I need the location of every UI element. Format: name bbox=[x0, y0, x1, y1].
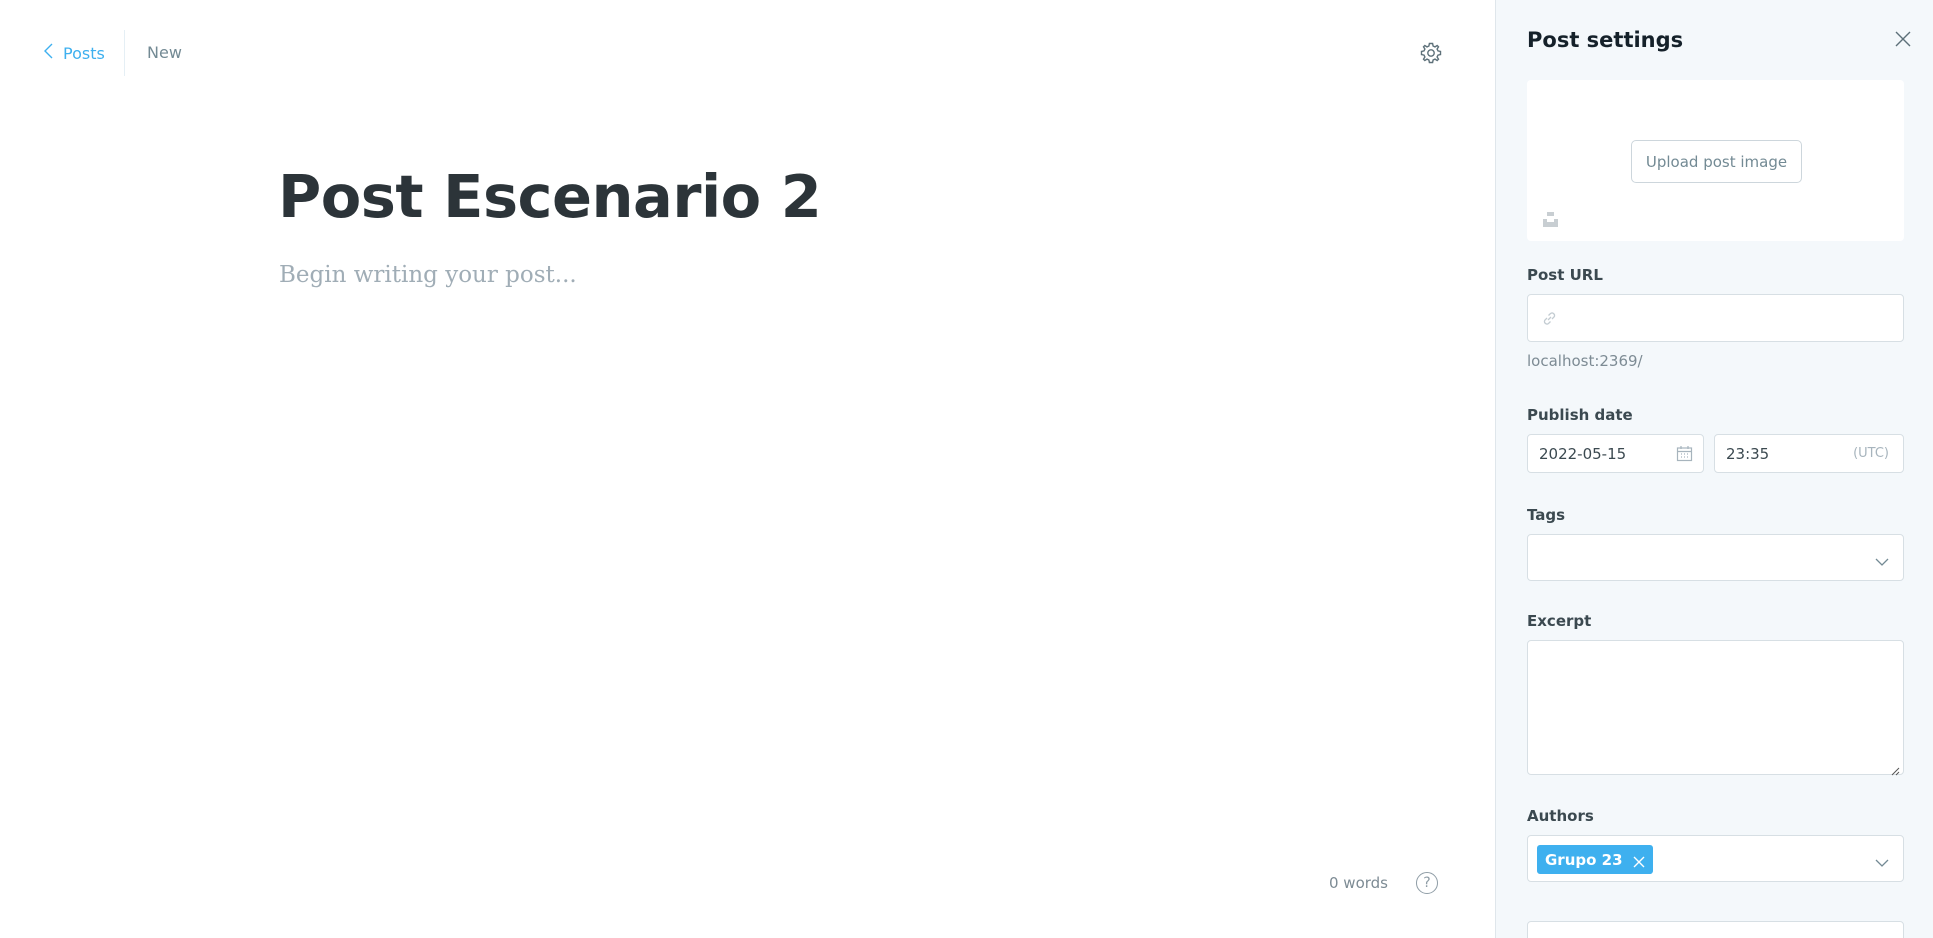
calendar-icon[interactable] bbox=[1676, 445, 1693, 462]
back-link-label: Posts bbox=[63, 43, 105, 63]
word-count: 0 words bbox=[1329, 874, 1388, 892]
post-url-label: Post URL bbox=[1527, 266, 1603, 284]
excerpt-label: Excerpt bbox=[1527, 612, 1592, 630]
chevron-down-icon bbox=[1875, 853, 1889, 867]
back-to-posts-link[interactable]: Posts bbox=[43, 42, 105, 64]
post-url-field[interactable] bbox=[1527, 294, 1904, 342]
publish-date-label: Publish date bbox=[1527, 406, 1633, 424]
editor-header: Posts New bbox=[0, 0, 1495, 108]
link-icon bbox=[1541, 310, 1558, 327]
editor-area: Posts New Post Escenario 2 Begin writing… bbox=[0, 0, 1495, 938]
unsplash-icon[interactable] bbox=[1542, 211, 1559, 228]
next-settings-field[interactable] bbox=[1527, 921, 1904, 938]
chevron-left-icon bbox=[43, 42, 55, 64]
authors-label: Authors bbox=[1527, 807, 1594, 825]
post-title[interactable]: Post Escenario 2 bbox=[278, 162, 822, 231]
excerpt-field[interactable] bbox=[1527, 640, 1904, 776]
chevron-down-icon bbox=[1875, 552, 1889, 566]
upload-post-image-button[interactable]: Upload post image bbox=[1631, 140, 1802, 183]
author-name: Grupo 23 bbox=[1545, 850, 1623, 869]
post-status: New bbox=[147, 43, 182, 62]
panel-title: Post settings bbox=[1527, 28, 1684, 52]
post-image-box: Upload post image bbox=[1527, 80, 1904, 241]
post-body-editor[interactable]: Begin writing your post... bbox=[279, 262, 577, 288]
post-settings-panel: Post settings Upload post image Post URL… bbox=[1495, 0, 1933, 938]
gear-icon[interactable] bbox=[1419, 41, 1443, 65]
resize-grip-icon[interactable] bbox=[1890, 761, 1900, 776]
breadcrumb-divider bbox=[124, 30, 125, 76]
publish-date-field[interactable] bbox=[1527, 434, 1704, 473]
authors-select[interactable]: Grupo 23 bbox=[1527, 835, 1904, 882]
help-icon[interactable]: ? bbox=[1416, 872, 1438, 894]
tags-label: Tags bbox=[1527, 506, 1566, 524]
close-icon[interactable] bbox=[1633, 854, 1645, 867]
tags-select[interactable] bbox=[1527, 534, 1904, 581]
publish-time-field[interactable]: (UTC) bbox=[1714, 434, 1904, 473]
author-token: Grupo 23 bbox=[1537, 845, 1653, 874]
excerpt-textarea[interactable] bbox=[1528, 641, 1903, 774]
post-url-preview: localhost:2369/ bbox=[1527, 352, 1643, 370]
post-url-input[interactable] bbox=[1528, 295, 1903, 341]
close-icon[interactable] bbox=[1892, 28, 1914, 50]
timezone-label: (UTC) bbox=[1853, 446, 1889, 461]
